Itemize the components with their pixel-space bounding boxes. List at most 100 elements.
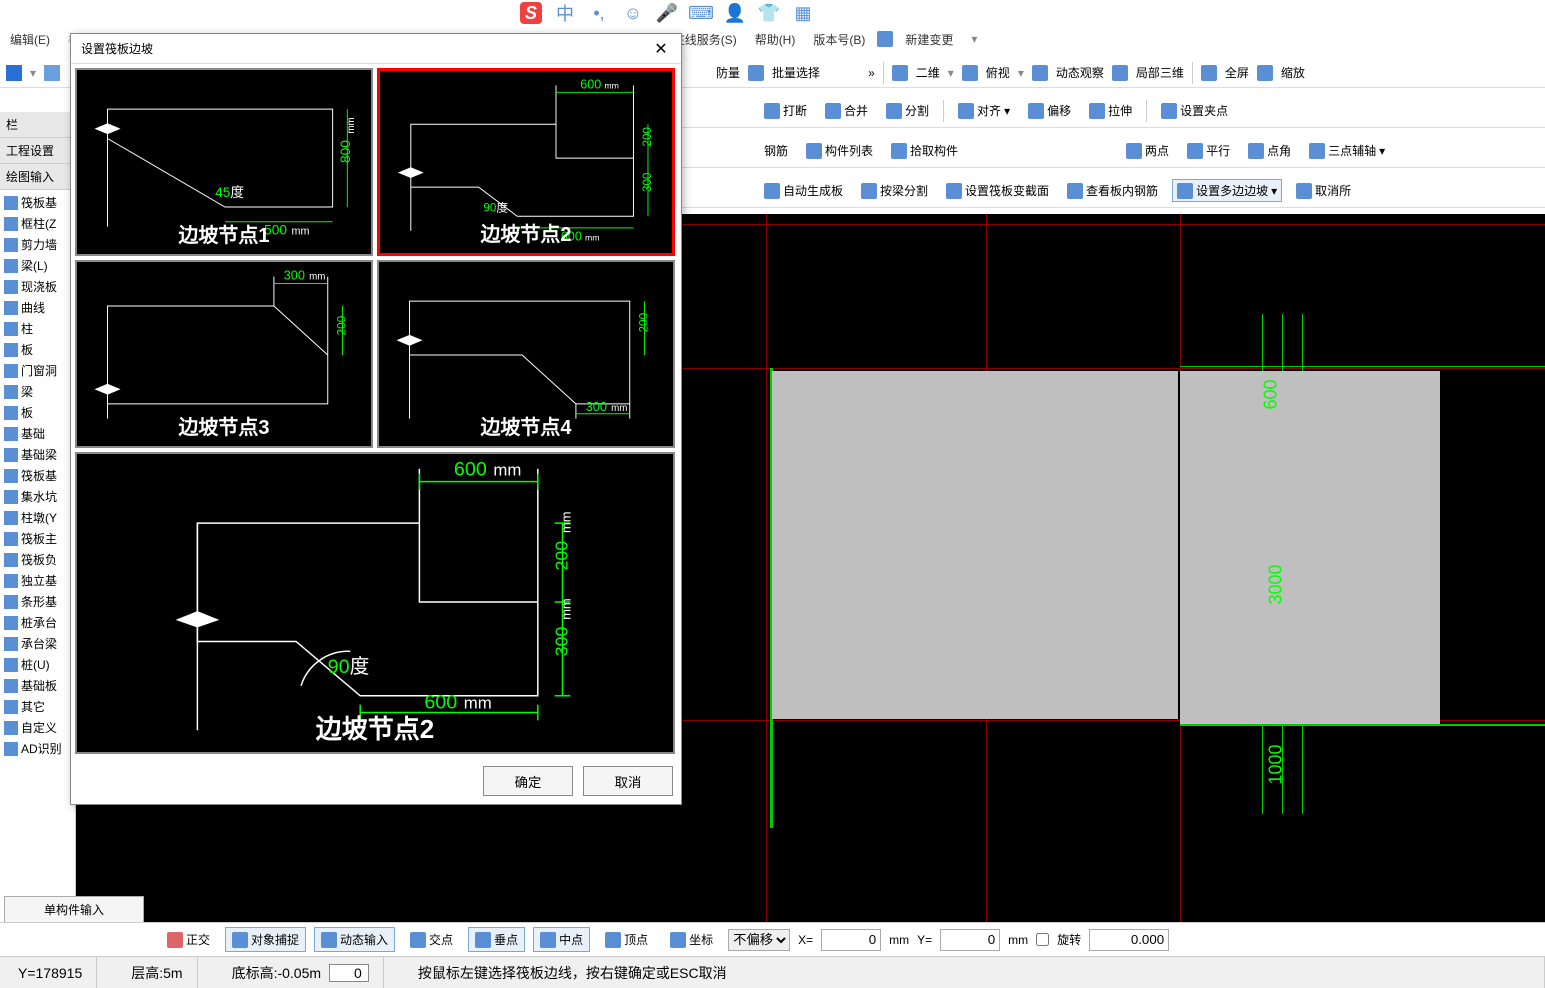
slope-thumb-1[interactable]: 45度 800mm 500mm 边坡节点1 [75, 68, 373, 256]
menu-new-change[interactable]: 新建变更 [899, 29, 959, 50]
sidebar-item-5[interactable]: 曲线 [0, 297, 75, 318]
sidebar-item-14[interactable]: 集水坑 [0, 486, 75, 507]
x-input[interactable] [821, 929, 881, 951]
slope-thumb-2[interactable]: 600mm 200 300 90度 600mm 边坡节点2 [377, 68, 675, 256]
single-input-button[interactable]: 单构件输入 [4, 896, 144, 923]
tb-local3d[interactable]: 局部三维 [1136, 64, 1184, 81]
snap-coord[interactable]: 坐标 [663, 927, 720, 952]
rb-break[interactable]: 打断 [760, 100, 811, 121]
sidebar-item-4[interactable]: 现浇板 [0, 276, 75, 297]
ime-grid-icon[interactable]: ▦ [792, 2, 814, 24]
sidebar-item-15[interactable]: 柱墩(Y [0, 507, 75, 528]
menu-help[interactable]: 帮助(H) [749, 29, 802, 50]
sidebar-item-2[interactable]: 剪力墙 [0, 234, 75, 255]
tb-batch[interactable]: 批量选择 [772, 64, 820, 81]
sidebar-item-20[interactable]: 桩承台 [0, 612, 75, 633]
sidebar-item-18[interactable]: 独立基 [0, 570, 75, 591]
sidebar-item-icon [4, 553, 18, 567]
y-input[interactable] [940, 929, 1000, 951]
undo-icon[interactable] [44, 65, 60, 81]
ime-punct-icon[interactable]: •, [588, 2, 610, 24]
sidebar-item-3[interactable]: 梁(L) [0, 255, 75, 276]
sidebar-item-11[interactable]: 基础 [0, 423, 75, 444]
rb-align[interactable]: 对齐▾ [954, 100, 1014, 121]
tb-zoom[interactable]: 缩放 [1281, 64, 1305, 81]
sidebar-item-21[interactable]: 承台梁 [0, 633, 75, 654]
ok-button[interactable]: 确定 [483, 766, 573, 796]
slope-thumb-4[interactable]: 200 300mm 边坡节点4 [377, 260, 675, 448]
rb-split[interactable]: 分割 [882, 100, 933, 121]
snap-ortho[interactable]: 正交 [160, 927, 217, 952]
sidebar-item-26[interactable]: AD识别 [0, 738, 75, 759]
rb-complist[interactable]: 构件列表 [802, 140, 877, 161]
snap-perp[interactable]: 垂点 [468, 927, 525, 952]
snap-intersect[interactable]: 交点 [403, 927, 460, 952]
dim-600: 600 [1261, 379, 1282, 409]
sidebar-item-12[interactable]: 基础梁 [0, 444, 75, 465]
sidebar-header-draw[interactable]: 绘图输入 [0, 164, 75, 190]
slope-dialog: 设置筏板边坡 ✕ 45度 800mm 500mm 边坡节点1 600mm 200… [70, 33, 682, 805]
rotate-input[interactable] [1089, 929, 1169, 951]
sidebar-item-22[interactable]: 桩(U) [0, 654, 75, 675]
sidebar-item-0[interactable]: 筏板基 [0, 192, 75, 213]
ime-smile-icon[interactable]: ☺ [622, 2, 644, 24]
rb-multislopeset[interactable]: 设置多边边坡▾ [1172, 179, 1282, 202]
rb-section[interactable]: 设置筏板变截面 [942, 180, 1053, 201]
rb-angle[interactable]: 点角 [1244, 140, 1295, 161]
tb-dynamic[interactable]: 动态观察 [1056, 64, 1104, 81]
sidebar-item-6[interactable]: 柱 [0, 318, 75, 339]
rb-autogen[interactable]: 自动生成板 [760, 180, 847, 201]
sidebar-item-23[interactable]: 基础板 [0, 675, 75, 696]
snap-vertex[interactable]: 顶点 [598, 927, 655, 952]
slope-thumb-3[interactable]: 300mm 200 边坡节点3 [75, 260, 373, 448]
sidebar-item-19[interactable]: 条形基 [0, 591, 75, 612]
close-icon[interactable]: ✕ [651, 39, 671, 59]
thumb4-label: 边坡节点4 [379, 411, 673, 440]
rotate-checkbox[interactable] [1036, 933, 1049, 946]
rb-cancel[interactable]: 取消所 [1292, 180, 1355, 201]
sidebar-item-25[interactable]: 自定义 [0, 717, 75, 738]
sidebar-item-10[interactable]: 板 [0, 402, 75, 423]
cancel-button[interactable]: 取消 [583, 766, 673, 796]
rb-merge[interactable]: 合并 [821, 100, 872, 121]
sidebar-item-7[interactable]: 板 [0, 339, 75, 360]
tb-fangl[interactable]: 防量 [716, 64, 740, 81]
menu-version[interactable]: 版本号(B) [807, 29, 871, 50]
sidebar-item-8[interactable]: 门窗洞 [0, 360, 75, 381]
rb-stretch[interactable]: 拉伸 [1085, 100, 1136, 121]
sidebar-item-17[interactable]: 筏板负 [0, 549, 75, 570]
ime-shirt-icon[interactable]: 👕 [758, 2, 780, 24]
rb-viewrebar[interactable]: 查看板内钢筋 [1063, 180, 1162, 201]
rb-parallel[interactable]: 平行 [1183, 140, 1234, 161]
sidebar-item-9[interactable]: 梁 [0, 381, 75, 402]
sidebar-header-project[interactable]: 工程设置 [0, 138, 75, 164]
rb-rebar[interactable]: 钢筋 [760, 140, 792, 161]
tb-fullscreen[interactable]: 全屏 [1225, 64, 1249, 81]
sidebar-item-24[interactable]: 其它 [0, 696, 75, 717]
rb-grip[interactable]: 设置夹点 [1157, 100, 1232, 121]
rb-threepoint[interactable]: 三点辅轴▾ [1305, 140, 1389, 161]
sidebar-item-16[interactable]: 筏板主 [0, 528, 75, 549]
offset-select[interactable]: 不偏移 [728, 929, 790, 951]
split-icon [886, 103, 902, 119]
sidebar-item-13[interactable]: 筏板基 [0, 465, 75, 486]
rb-beamsplit[interactable]: 按梁分割 [857, 180, 932, 201]
rb-twopoint[interactable]: 两点 [1122, 140, 1173, 161]
snap-dyninput[interactable]: 动态输入 [314, 927, 395, 952]
sidebar-item-icon [4, 679, 18, 693]
tb-top[interactable]: 俯视 [986, 64, 1010, 81]
sidebar-item-1[interactable]: 框柱(Z [0, 213, 75, 234]
ime-person-icon[interactable]: 👤 [724, 2, 746, 24]
status-coord: Y=178915 [4, 957, 97, 988]
rb-offset[interactable]: 偏移 [1024, 100, 1075, 121]
rb-pick[interactable]: 拾取构件 [887, 140, 962, 161]
menu-edit[interactable]: 编辑(E) [4, 29, 56, 50]
snap-mid[interactable]: 中点 [533, 927, 590, 952]
snap-osnap[interactable]: 对象捕捉 [225, 927, 306, 952]
ime-zhong-icon[interactable]: 中 [554, 2, 576, 24]
save-icon[interactable] [6, 65, 22, 81]
tb-2d[interactable]: 二维 [916, 64, 940, 81]
ime-s-icon[interactable]: S [520, 2, 542, 24]
ime-mic-icon[interactable]: 🎤 [656, 2, 678, 24]
ime-keyboard-icon[interactable]: ⌨ [690, 2, 712, 24]
